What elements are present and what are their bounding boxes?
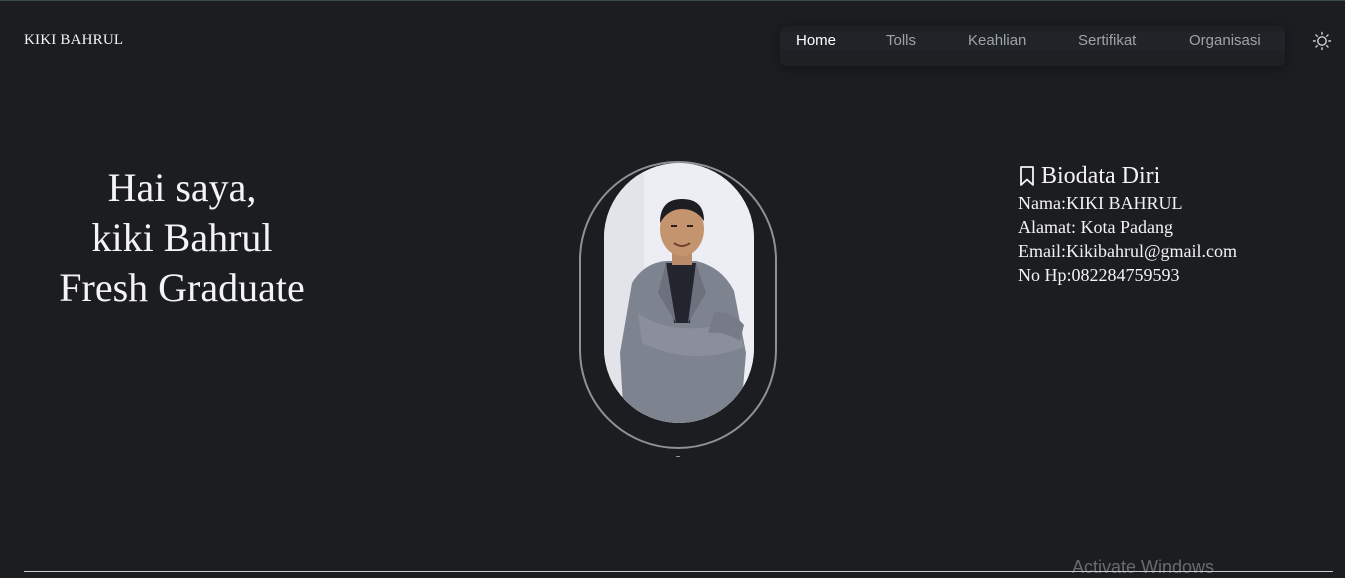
photo-caption-mark [676,456,680,457]
brand-logo-text[interactable]: KIKI BAHRUL [24,32,123,49]
biodata-section: Biodata Diri Nama:KIKI BAHRUL Alamat: Ko… [1018,161,1237,287]
nav-item-organisasi[interactable]: Organisasi [1189,32,1261,50]
nav-item-keahlian[interactable]: Keahlian [968,32,1026,50]
biodata-title-label: Biodata Diri [1041,163,1161,189]
nav-item-home[interactable]: Home [796,32,836,50]
sun-icon [1312,31,1332,51]
biodata-phone: No Hp:082284759593 [1018,265,1180,285]
biodata-email: Email:Kikibahrul@gmail.com [1018,241,1238,261]
bookmark-icon [1020,166,1034,186]
hero-line-role: Fresh Graduate [59,265,305,310]
windows-activation-watermark: Activate Windows [1072,557,1215,577]
person-illustration [604,163,754,423]
biodata-name: Nama:KIKI BAHRUL [1018,193,1183,213]
nav-item-tolls[interactable]: Tolls [886,32,916,50]
hero-heading: Hai saya, kiki Bahrul Fresh Graduate [24,163,340,313]
main-nav: Home Tolls Keahlian Sertifikat Organisas… [780,26,1285,66]
biodata-address: Alamat: Kota Padang [1018,217,1173,237]
biodata-title: Biodata Diri [1018,161,1237,191]
window-top-border [0,0,1345,1]
profile-photo [604,163,754,423]
hero-line-greeting: Hai saya, [107,165,257,210]
theme-toggle-button[interactable] [1312,31,1332,51]
hero-line-name: kiki Bahrul [91,215,273,260]
nav-item-sertifikat[interactable]: Sertifikat [1078,32,1136,50]
